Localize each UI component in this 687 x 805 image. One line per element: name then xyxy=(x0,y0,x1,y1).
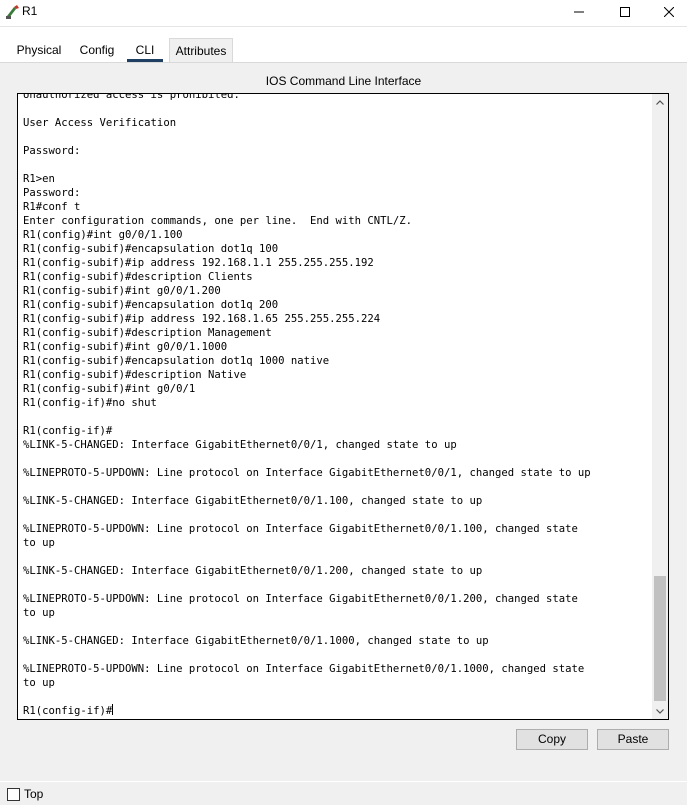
copy-button[interactable]: Copy xyxy=(516,729,588,750)
top-checkbox[interactable] xyxy=(7,788,20,801)
terminal-prompt: R1(config-if)# xyxy=(23,705,113,717)
minimize-button[interactable] xyxy=(556,0,602,24)
tab-attributes[interactable]: Attributes xyxy=(169,38,233,62)
tab-label: Config xyxy=(79,43,115,57)
terminal-text[interactable]: Unauthorized access is prohibited. User … xyxy=(23,93,653,718)
scroll-down-button[interactable] xyxy=(652,703,668,719)
vertical-scrollbar[interactable] xyxy=(652,94,668,719)
chevron-up-icon xyxy=(656,99,664,105)
tab-cli[interactable]: CLI xyxy=(125,38,165,62)
window-title: R1 xyxy=(22,4,38,18)
chevron-down-icon xyxy=(656,708,664,714)
divider xyxy=(0,781,687,782)
text-cursor xyxy=(112,704,114,715)
maximize-icon xyxy=(620,7,630,17)
panel-title: IOS Command Line Interface xyxy=(265,74,422,88)
scroll-up-button[interactable] xyxy=(652,94,668,110)
top-label: Top xyxy=(24,787,44,801)
tab-label: Attributes xyxy=(175,44,227,58)
paste-button[interactable]: Paste xyxy=(597,729,669,750)
tab-label: CLI xyxy=(135,43,155,57)
tab-physical[interactable]: Physical xyxy=(9,38,69,62)
terminal-history: Unauthorized access is prohibited. User … xyxy=(23,93,591,689)
router-icon xyxy=(6,5,19,19)
maximize-button[interactable] xyxy=(602,0,648,24)
tab-config[interactable]: Config xyxy=(73,38,121,62)
tab-label: Physical xyxy=(16,43,62,57)
close-button[interactable] xyxy=(646,0,687,24)
minimize-icon xyxy=(574,11,584,13)
terminal-output[interactable]: Unauthorized access is prohibited. User … xyxy=(17,93,669,720)
close-icon xyxy=(664,7,674,17)
scrollbar-thumb[interactable] xyxy=(654,576,666,701)
title-bar: R1 xyxy=(0,0,687,26)
